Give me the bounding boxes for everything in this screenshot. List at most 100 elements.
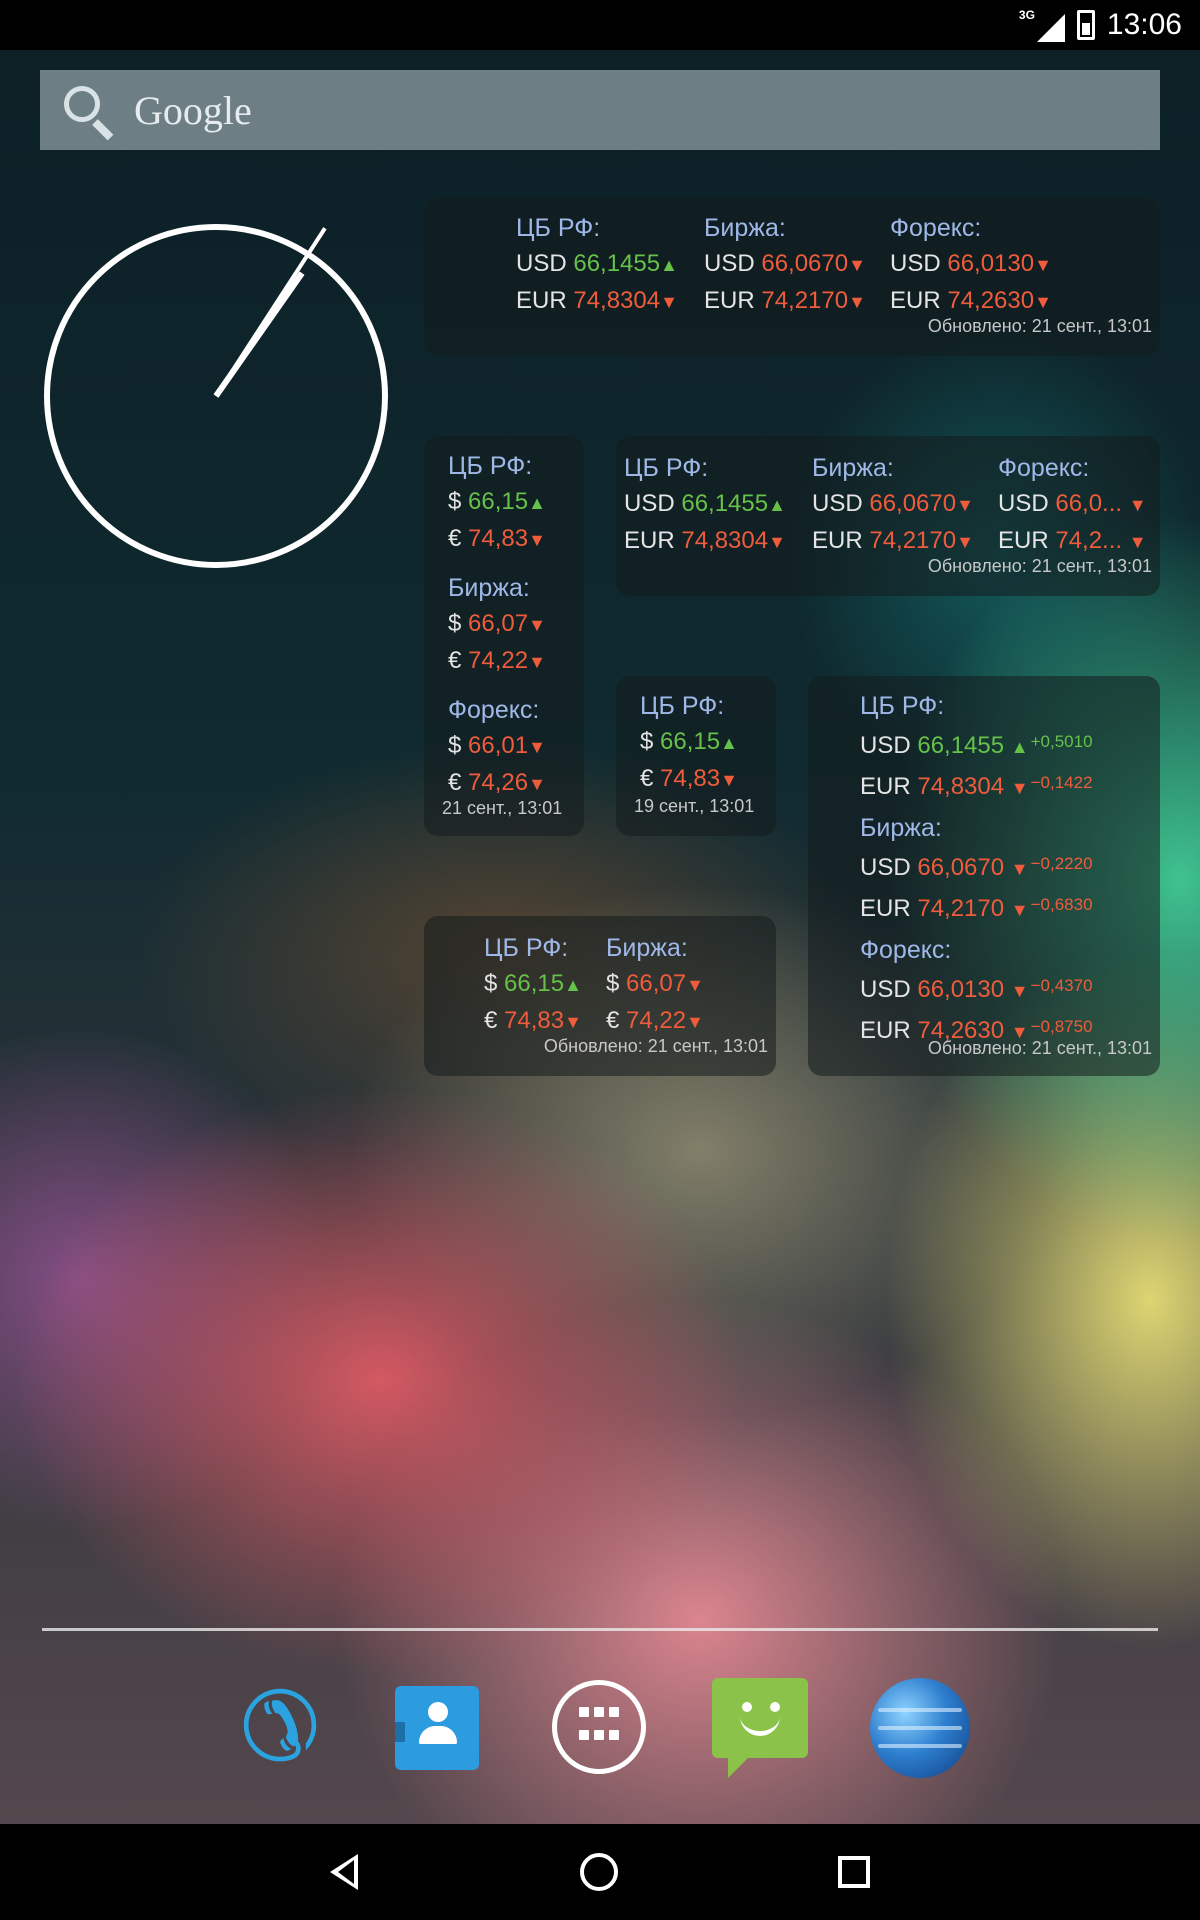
arrow-down-icon: ▼: [1034, 255, 1052, 275]
cb-usd-value: 66,15: [660, 728, 721, 755]
cb-usd-value: 66,1455: [917, 732, 1005, 759]
forex-column: Форекс: USD 66,0... ▼ EUR 74,2... ▼: [998, 450, 1147, 560]
exchange-column: Биржа: USD 66,0670▼ EUR 74,2170▼: [812, 450, 974, 560]
arrow-down-icon: ▼: [956, 495, 974, 515]
updated-time: Обновлено: 21 сент., 13:01: [927, 1038, 1152, 1058]
exchange-header: Биржа:: [448, 574, 530, 602]
network-type: 3G: [1018, 8, 1035, 22]
messenger-icon[interactable]: [712, 1678, 808, 1778]
arrow-down-icon: ▼: [1010, 900, 1029, 920]
cb-eur-value: 74,83: [468, 525, 529, 552]
forex-header: Форекс:: [890, 214, 982, 242]
analog-clock-widget[interactable]: [44, 224, 388, 568]
status-bar: 3G 13:06: [0, 0, 1200, 50]
arrow-down-icon: ▼: [528, 530, 546, 550]
arrow-down-icon: ▼: [1010, 859, 1029, 879]
arrow-down-icon: ▼: [768, 532, 786, 552]
exchange-usd-delta: −0,2220: [1030, 854, 1093, 873]
exchange-eur-value: 74,22: [468, 647, 529, 674]
exchange-header: Биржа:: [860, 814, 942, 842]
phone-icon[interactable]: ✆: [230, 1674, 330, 1781]
contacts-icon[interactable]: [395, 1686, 479, 1770]
forex-column: Форекс: USD 66,0130▼ EUR 74,2630▼: [890, 210, 1052, 320]
cb-header: ЦБ РФ:: [860, 692, 945, 720]
forex-header: Форекс:: [448, 696, 540, 724]
clock-hour-hand: [213, 271, 305, 398]
exchange-usd-value: 66,07: [468, 610, 529, 637]
cb-usd-value: 66,1455: [573, 250, 661, 277]
exchange-header: Биржа:: [606, 934, 688, 962]
navigation-bar: [0, 1824, 1200, 1920]
cb-header: ЦБ РФ:: [484, 934, 569, 962]
cb-block: ЦБ РФ: $ 66,15▲ € 74,83▼: [640, 688, 738, 798]
cb-usd-value: 66,1455: [681, 490, 769, 517]
updated-time: Обновлено: 21 сент., 13:01: [927, 556, 1152, 576]
search-icon: [60, 82, 116, 141]
app-drawer-icon[interactable]: [552, 1680, 646, 1774]
cb-block: ЦБ РФ: USD 66,1455 ▲ +0,5010 EUR 74,8304 …: [860, 688, 1093, 806]
arrow-down-icon: ▼: [848, 292, 866, 312]
cb-header: ЦБ РФ:: [640, 692, 725, 720]
arrow-up-icon: ▲: [528, 493, 546, 513]
forex-usd-delta: −0,4370: [1030, 976, 1093, 995]
currency-widget-wide[interactable]: ЦБ РФ: USD 66,1455▲ EUR 74,8304▼ Биржа: …: [424, 198, 1160, 356]
cb-eur-delta: −0,1422: [1030, 773, 1093, 792]
cb-column: ЦБ РФ: $ 66,15▲ € 74,83▼: [484, 930, 582, 1040]
home-button[interactable]: [580, 1853, 618, 1891]
google-search-bar[interactable]: Google: [40, 70, 1160, 150]
exchange-eur-value: 74,2170: [761, 287, 849, 314]
cb-header: ЦБ РФ:: [624, 454, 709, 482]
cb-header: ЦБ РФ:: [448, 452, 533, 480]
arrow-down-icon: ▼: [1010, 778, 1029, 798]
arrow-up-icon: ▲: [768, 495, 786, 515]
arrow-up-icon: ▲: [660, 255, 678, 275]
exchange-usd-value: 66,0670: [917, 854, 1005, 881]
google-logo-text: Google: [134, 87, 252, 133]
exchange-header: Биржа:: [812, 454, 894, 482]
arrow-down-icon: ▼: [686, 975, 704, 995]
signal-icon: 3G: [1019, 8, 1065, 42]
updated-time: 19 сент., 13:01: [634, 796, 755, 816]
forex-usd-value: 66,0130: [917, 976, 1005, 1003]
arrow-down-icon: ▼: [528, 737, 546, 757]
dock-divider: [42, 1628, 1158, 1631]
arrow-down-icon: ▼: [1010, 981, 1029, 1001]
forex-usd-value: 66,0130: [947, 250, 1035, 277]
forex-header: Форекс:: [998, 454, 1090, 482]
arrow-down-icon: ▼: [720, 770, 738, 790]
cb-column: ЦБ РФ: USD 66,1455▲ EUR 74,8304▼: [624, 450, 786, 560]
cb-usd-delta: +0,5010: [1030, 732, 1093, 751]
status-time: 13:06: [1106, 8, 1182, 41]
exchange-header: Биржа:: [704, 214, 786, 242]
exchange-block: Биржа: USD 66,0670 ▼ −0,2220 EUR 74,2170 …: [860, 810, 1093, 928]
exchange-eur-delta: −0,6830: [1030, 895, 1093, 914]
currency-widget-wide-truncated[interactable]: ЦБ РФ: USD 66,1455▲ EUR 74,8304▼ Биржа: …: [616, 436, 1160, 596]
arrow-down-icon: ▼: [528, 615, 546, 635]
currency-widget-small[interactable]: ЦБ РФ: $ 66,15▲ € 74,83▼ 19 сент., 13:01: [616, 676, 776, 836]
currency-widget-tall[interactable]: ЦБ РФ: $ 66,15▲ € 74,83▼ Биржа: $ 66,07▼…: [424, 436, 584, 836]
recent-apps-button[interactable]: [838, 1856, 870, 1888]
battery-icon: [1076, 10, 1095, 40]
updated-time: Обновлено: 21 сент., 13:01: [543, 1036, 768, 1056]
cb-header: ЦБ РФ:: [516, 214, 601, 242]
arrow-up-icon: ▲: [720, 733, 738, 753]
currency-widget-medium[interactable]: ЦБ РФ: $ 66,15▲ € 74,83▼ Биржа: $ 66,07▼…: [424, 916, 776, 1076]
updated-time: 21 сент., 13:01: [442, 798, 563, 818]
cb-eur-value: 74,8304: [917, 773, 1005, 800]
exchange-column: Биржа: $ 66,07▼ € 74,22▼: [606, 930, 704, 1040]
browser-icon[interactable]: [870, 1678, 970, 1778]
exchange-usd-value: 66,0670: [761, 250, 849, 277]
exchange-eur-value: 74,2170: [917, 895, 1005, 922]
updated-time: Обновлено: 21 сент., 13:01: [927, 316, 1152, 336]
exchange-block: Биржа: $ 66,07▼ € 74,22▼: [448, 570, 546, 680]
arrow-down-icon: ▼: [1128, 495, 1147, 515]
forex-header: Форекс:: [860, 936, 952, 964]
currency-widget-detailed[interactable]: ЦБ РФ: USD 66,1455 ▲ +0,5010 EUR 74,8304 …: [808, 676, 1160, 1076]
arrow-down-icon: ▼: [660, 292, 678, 312]
arrow-up-icon: ▲: [564, 975, 582, 995]
cb-usd-value: 66,15: [468, 488, 529, 515]
back-button[interactable]: [322, 1848, 370, 1896]
arrow-down-icon: ▼: [848, 255, 866, 275]
cb-block: ЦБ РФ: $ 66,15▲ € 74,83▼: [448, 448, 546, 558]
arrow-up-icon: ▲: [1010, 737, 1029, 757]
